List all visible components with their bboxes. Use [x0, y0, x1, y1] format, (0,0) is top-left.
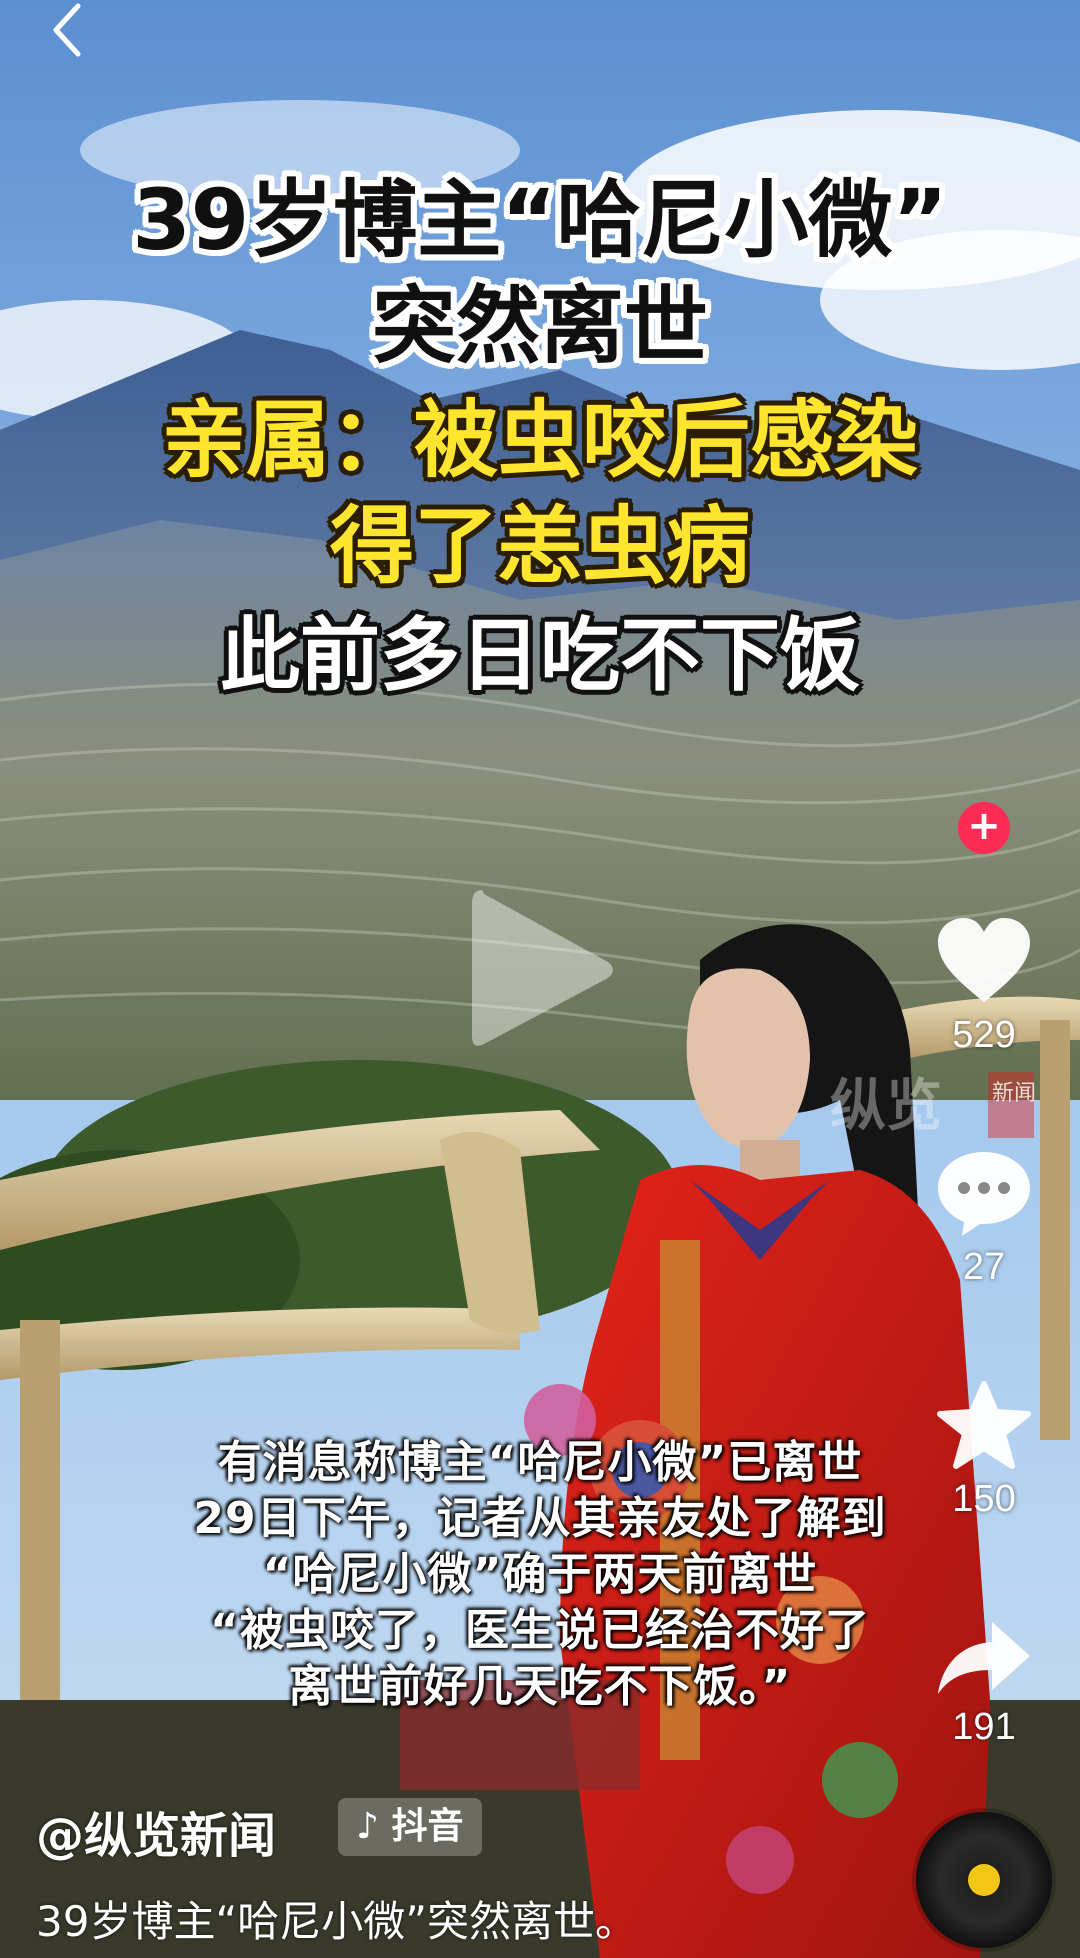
author-name[interactable]: @纵览新闻 — [36, 1796, 276, 1866]
video-caption[interactable]: 39岁博主“哈尼小微”突然离世。 — [36, 1888, 637, 1949]
share-icon — [938, 1622, 1030, 1694]
platform-badge: ♪ 抖音 — [338, 1798, 482, 1856]
back-button[interactable] — [40, 0, 96, 60]
favorite-count: 150 — [952, 1478, 1016, 1520]
heart-icon — [938, 918, 1030, 1002]
headline-line-5: 此前多日吃不下饭 — [220, 609, 860, 702]
watermark-text: 纵览 — [830, 1074, 942, 1139]
headline-line-1: 39岁博主“哈尼小微” — [132, 171, 948, 269]
subtitle-line-4: “被虫咬了，医生说已经治不好了 — [210, 1605, 870, 1656]
watermark-sub-text: 新闻 — [992, 1081, 1036, 1106]
share-count: 191 — [952, 1706, 1016, 1748]
subtitle-line-2: 29日下午，记者从其亲友处了解到 — [193, 1493, 887, 1544]
headline-line-3: 亲属：被虫咬后感染 — [161, 391, 918, 489]
comment-button[interactable]: 27 — [924, 1148, 1044, 1289]
subtitle-line-1: 有消息称博主“哈尼小微”已离世 — [217, 1437, 863, 1488]
subtitle-line-5: 离世前好几天吃不下饭。” — [288, 1661, 792, 1712]
follow-button[interactable]: + — [958, 802, 1010, 854]
music-disc-button[interactable] — [916, 1812, 1052, 1948]
favorite-button[interactable]: 150 — [924, 1380, 1044, 1521]
plus-icon: + — [967, 803, 1001, 849]
play-icon[interactable] — [462, 880, 622, 1060]
share-button[interactable]: 191 — [924, 1618, 1044, 1749]
like-button[interactable]: 529 — [924, 916, 1044, 1057]
star-icon — [937, 1381, 1031, 1469]
chevron-left-icon — [53, 3, 81, 57]
subtitle-line-3: “哈尼小微”确于两天前离世 — [262, 1549, 818, 1600]
headline-line-2: 突然离世 — [371, 277, 708, 375]
comment-icon — [938, 1152, 1030, 1236]
music-note-icon: ♪ — [356, 1806, 392, 1847]
platform-label: 抖音 — [391, 1806, 464, 1847]
comment-count: 27 — [962, 1246, 1006, 1288]
music-disc-center — [968, 1864, 1000, 1896]
headline-line-4: 得了恙虫病 — [329, 497, 750, 595]
like-count: 529 — [952, 1014, 1016, 1056]
